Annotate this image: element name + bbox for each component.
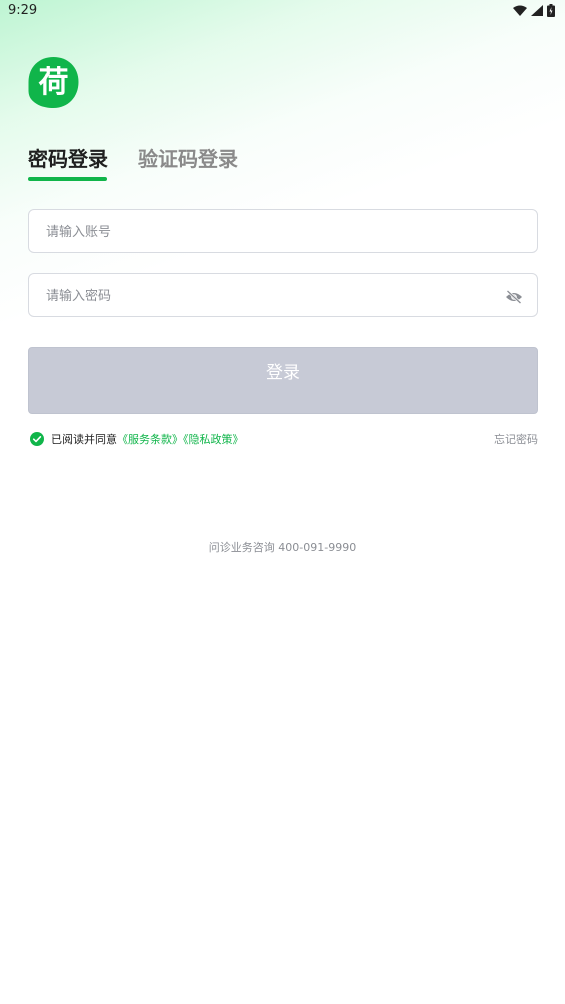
app-logo: 荷 (28, 56, 79, 109)
terms-of-service-link[interactable]: 《服务条款》 (117, 433, 183, 446)
password-input[interactable] (44, 274, 488, 318)
password-field[interactable] (28, 273, 538, 318)
tab-password-login[interactable]: 密码登录 (28, 143, 108, 172)
logo-glyph: 荷 (39, 65, 69, 100)
status-icons (513, 4, 555, 17)
signal-icon (531, 5, 543, 16)
forgot-password-link[interactable]: 忘记密码 (494, 431, 538, 447)
status-time: 9:29 (8, 3, 38, 18)
tab-code-login[interactable]: 验证码登录 (138, 143, 238, 172)
login-button[interactable]: 登录 (28, 347, 538, 414)
agreement-row: 已阅读并同意《服务条款》《隐私政策》 忘记密码 (30, 431, 538, 447)
status-bar: 9:29 (0, 0, 565, 24)
account-field[interactable] (28, 209, 538, 254)
agreement-text: 已阅读并同意《服务条款》《隐私政策》 (51, 431, 244, 447)
agree-check-icon[interactable] (30, 432, 44, 446)
lotus-logo-icon: 荷 (28, 57, 79, 108)
wifi-icon (513, 5, 527, 16)
consultation-hotline: 问诊业务咨询 400-091-9990 (208, 541, 357, 554)
active-tab-indicator (28, 177, 107, 181)
account-input[interactable] (44, 210, 488, 254)
eye-off-icon[interactable] (505, 290, 523, 304)
privacy-policy-link[interactable]: 《隐私政策》 (183, 433, 244, 446)
agreement-prefix: 已阅读并同意 (51, 433, 117, 446)
battery-icon (547, 4, 555, 17)
